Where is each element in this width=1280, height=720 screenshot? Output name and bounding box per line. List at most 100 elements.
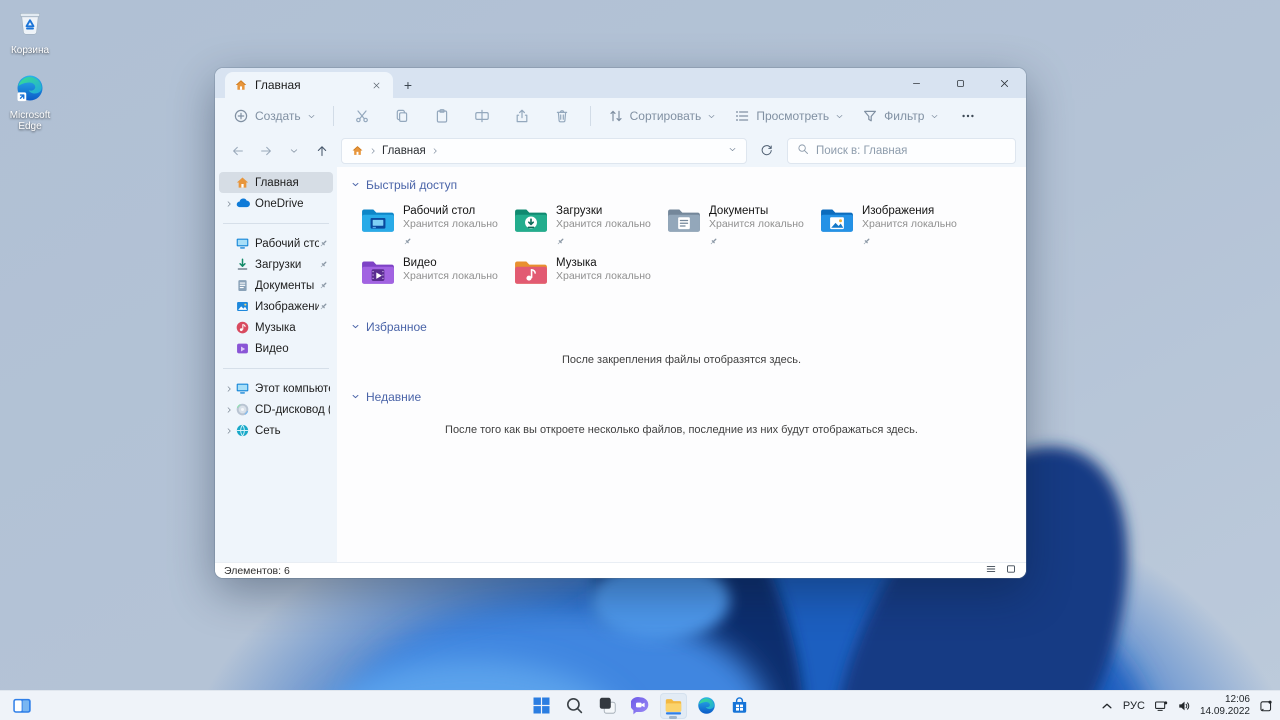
sidebar-item-pictures[interactable]: Изображения (219, 296, 333, 317)
delete-button[interactable] (543, 103, 581, 129)
cd-icon (235, 402, 250, 417)
minimize-button[interactable] (894, 68, 938, 98)
pin-icon (319, 260, 330, 269)
chevron-right-icon[interactable] (222, 427, 235, 435)
maximize-button[interactable] (938, 68, 982, 98)
details-view-button[interactable] (985, 563, 997, 578)
sidebar-item-downloads[interactable]: Загрузки (219, 254, 333, 275)
tile-text: Загрузки Хранится локально (556, 204, 651, 251)
notification-center-icon[interactable] (1259, 699, 1273, 713)
quick-access-tile-music[interactable]: Музыка Хранится локально (514, 256, 667, 300)
home-icon (235, 175, 250, 190)
cut-button[interactable] (343, 103, 381, 129)
widgets-button[interactable] (9, 694, 35, 718)
filter-button[interactable]: Фильтр (854, 103, 947, 129)
home-icon (351, 144, 364, 157)
status-bar: Элементов: 6 (215, 562, 1026, 578)
chevron-right-icon[interactable] (222, 385, 235, 393)
start-button[interactable] (528, 693, 555, 719)
sidebar-item-documents[interactable]: Документы (219, 275, 333, 296)
toolbar-separator (589, 106, 591, 126)
sidebar-item-music[interactable]: Музыка (219, 317, 333, 338)
section-title: Недавние (366, 390, 422, 404)
collapse-icon (351, 390, 360, 404)
file-explorer-button[interactable] (659, 692, 687, 719)
address-bar[interactable]: Главная (341, 137, 747, 164)
up-button[interactable] (309, 138, 335, 164)
share-button[interactable] (503, 103, 541, 129)
desktop-icon (235, 236, 250, 251)
search-icon (797, 143, 809, 158)
taskbar: РУС 12:06 14.09.2022 (0, 690, 1280, 720)
sidebar-divider (223, 368, 329, 369)
view-button[interactable]: Просмотреть (726, 103, 852, 129)
navigation-pane: Главная OneDrive Рабочий стол Загрузки Докум… (215, 167, 337, 562)
taskbar-search-button[interactable] (561, 693, 588, 719)
chevron-right-icon[interactable] (222, 200, 235, 208)
sidebar-item-cd[interactable]: CD-дисковод (D:) Virtua (219, 399, 333, 420)
window-titlebar: Главная + (215, 68, 1026, 98)
tile-text: Видео Хранится локально (403, 256, 498, 282)
back-button[interactable] (225, 138, 251, 164)
sidebar-item-onedrive[interactable]: OneDrive (219, 193, 333, 214)
filter-icon (862, 108, 878, 124)
quick-access-tile-videos[interactable]: Видео Хранится локально (361, 256, 514, 300)
desktop-icon-edge[interactable]: Microsoft Edge (2, 73, 58, 133)
task-view-button[interactable] (594, 693, 621, 719)
network-icon[interactable] (1154, 699, 1168, 713)
chat-button[interactable] (627, 693, 654, 719)
sidebar-item-network[interactable]: Сеть (219, 420, 333, 441)
clock[interactable]: 12:06 14.09.2022 (1200, 694, 1250, 718)
chevron-right-icon[interactable] (222, 406, 235, 414)
forward-button[interactable] (253, 138, 279, 164)
pin-icon (319, 239, 330, 248)
sidebar-item-videos[interactable]: Видео (219, 338, 333, 359)
tile-name: Загрузки (556, 205, 603, 217)
chevron-right-icon[interactable] (431, 147, 439, 155)
section-header-recent[interactable]: Недавние (351, 390, 1012, 404)
refresh-button[interactable] (753, 138, 779, 164)
copy-button[interactable] (383, 103, 421, 129)
quick-access-tile-desktop[interactable]: Рабочий стол Хранится локально (361, 204, 514, 248)
section-header-favorites[interactable]: Избранное (351, 320, 1012, 334)
tab-close-icon[interactable] (368, 77, 384, 93)
sidebar-item-label: Этот компьютер (255, 382, 330, 395)
section-header-quick-access[interactable]: Быстрый доступ (351, 178, 1012, 192)
quick-access-tile-downloads[interactable]: Загрузки Хранится локально (514, 204, 667, 248)
tile-name: Документы (709, 205, 769, 217)
new-button[interactable]: Создать (225, 103, 324, 129)
sidebar-item-label: OneDrive (255, 197, 304, 210)
close-button[interactable] (982, 68, 1026, 98)
tile-name: Рабочий стол (403, 205, 476, 217)
sidebar-item-home[interactable]: Главная (219, 172, 333, 193)
volume-icon[interactable] (1177, 699, 1191, 713)
desktop-icon-recycle-bin[interactable]: Корзина (2, 8, 58, 57)
onedrive-icon (235, 196, 250, 211)
tray-chevron-up-icon[interactable] (1100, 699, 1114, 713)
quick-access-tile-pictures[interactable]: Изображения Хранится локально (820, 204, 973, 248)
new-tab-button[interactable]: + (393, 72, 423, 98)
sidebar-item-computer[interactable]: Этот компьютер (219, 378, 333, 399)
rename-button[interactable] (463, 103, 501, 129)
language-indicator[interactable]: РУС (1123, 700, 1145, 712)
view-button-label: Просмотреть (756, 109, 830, 123)
recent-locations-button[interactable] (281, 138, 307, 164)
tile-subtitle: Хранится локально (862, 218, 957, 230)
explorer-tab-home[interactable]: Главная (225, 72, 393, 98)
sort-button[interactable]: Сортировать (600, 103, 725, 129)
store-button[interactable] (726, 693, 753, 719)
more-options-button[interactable] (949, 103, 987, 129)
sidebar-item-desktop[interactable]: Рабочий стол (219, 233, 333, 254)
edge-button[interactable] (693, 693, 720, 719)
search-box[interactable]: Поиск в: Главная (787, 137, 1016, 164)
address-dropdown-icon[interactable] (728, 145, 737, 157)
section-title: Быстрый доступ (366, 178, 458, 192)
tile-text: Документы Хранится локально (709, 204, 804, 251)
sidebar-item-label: Документы (255, 279, 315, 292)
chevron-down-icon (707, 112, 716, 121)
collapse-icon (351, 320, 360, 334)
breadcrumb-item-home[interactable]: Главная (382, 145, 426, 157)
quick-access-tile-documents[interactable]: Документы Хранится локально (667, 204, 820, 248)
paste-button[interactable] (423, 103, 461, 129)
large-icons-view-button[interactable] (1005, 563, 1017, 578)
